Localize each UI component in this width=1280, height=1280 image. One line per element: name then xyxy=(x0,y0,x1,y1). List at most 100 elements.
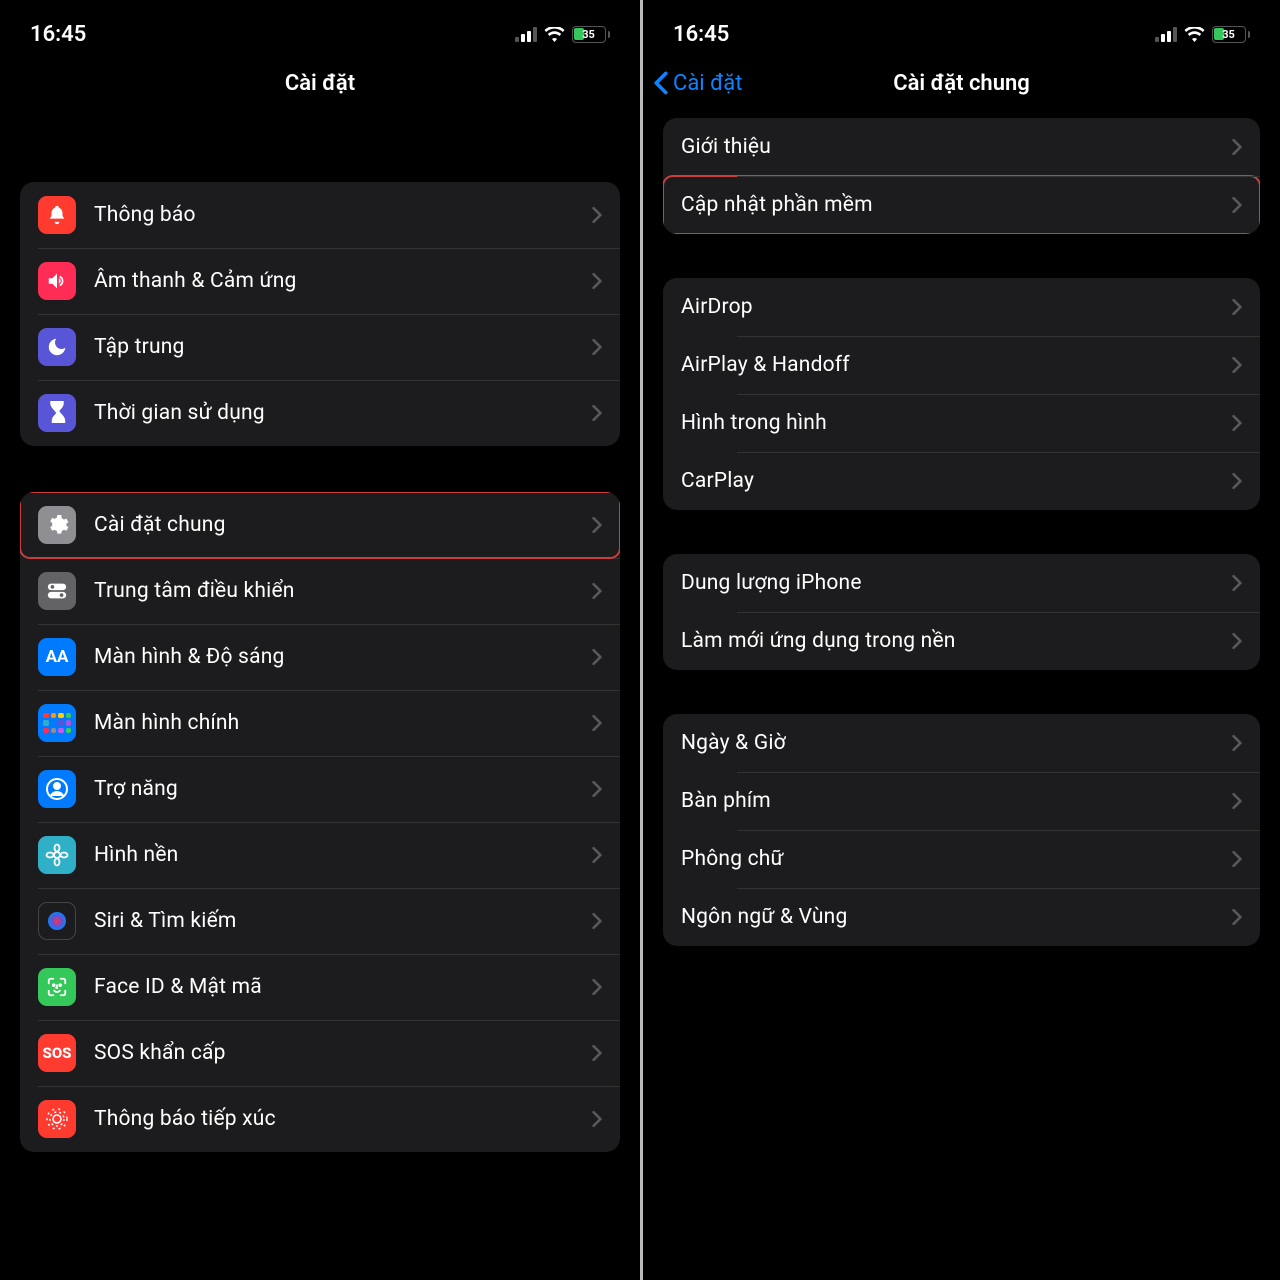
chevron-right-icon xyxy=(1232,139,1242,155)
hourglass-icon xyxy=(38,394,76,432)
settings-group-1: Thông báo Âm thanh & Cảm ứng Tập trung Thời… xyxy=(20,182,620,446)
status-indicators: 35 xyxy=(1155,26,1251,43)
row-label: SOS khẩn cấp xyxy=(94,1041,592,1065)
wifi-icon xyxy=(544,27,565,42)
row-focus[interactable]: Tập trung xyxy=(20,314,620,380)
row-sos[interactable]: SOS SOS khẩn cấp xyxy=(20,1020,620,1086)
row-display[interactable]: AA Màn hình & Độ sáng xyxy=(20,624,620,690)
row-label: Cập nhật phần mềm xyxy=(681,193,1232,217)
general-group-1: Giới thiệu Cập nhật phần mềm xyxy=(663,118,1260,234)
row-label: Siri & Tìm kiếm xyxy=(94,909,592,933)
row-keyboard[interactable]: Bàn phím xyxy=(663,772,1260,830)
back-button[interactable]: Cài đặt xyxy=(653,71,742,96)
speaker-icon xyxy=(38,262,76,300)
row-accessibility[interactable]: Trợ năng xyxy=(20,756,620,822)
status-time: 16:45 xyxy=(30,22,86,47)
chevron-right-icon xyxy=(592,273,602,289)
row-label: Thông báo xyxy=(94,203,592,227)
row-label: Ngày & Giờ xyxy=(681,731,1232,755)
chevron-right-icon xyxy=(1232,633,1242,649)
row-carplay[interactable]: CarPlay xyxy=(663,452,1260,510)
nav-bar: Cài đặt Cài đặt chung xyxy=(643,54,1280,112)
chevron-right-icon xyxy=(1232,735,1242,751)
phone-left: 16:45 35 Cài đặt Thông báo Âm thanh & Cảm… xyxy=(0,0,640,1280)
row-home-screen[interactable]: Màn hình chính xyxy=(20,690,620,756)
chevron-right-icon xyxy=(1232,909,1242,925)
bell-icon xyxy=(38,196,76,234)
row-airplay[interactable]: AirPlay & Handoff xyxy=(663,336,1260,394)
row-label: CarPlay xyxy=(681,469,1232,493)
row-label: Phông chữ xyxy=(681,847,1232,871)
row-label: Tập trung xyxy=(94,335,592,359)
row-exposure[interactable]: Thông báo tiếp xúc xyxy=(20,1086,620,1152)
row-label: Làm mới ứng dụng trong nền xyxy=(681,629,1232,653)
phone-right: 16:45 35 Cài đặt Cài đặt chung Giới thiệ… xyxy=(640,0,1280,1280)
row-notifications[interactable]: Thông báo xyxy=(20,182,620,248)
status-indicators: 35 xyxy=(515,26,611,43)
chevron-right-icon xyxy=(592,781,602,797)
row-software-update[interactable]: Cập nhật phần mềm xyxy=(663,176,1260,234)
row-label: Màn hình chính xyxy=(94,711,592,735)
row-fonts[interactable]: Phông chữ xyxy=(663,830,1260,888)
row-label: Thời gian sử dụng xyxy=(94,401,592,425)
battery-indicator: 35 xyxy=(1212,26,1251,43)
row-label: Face ID & Mật mã xyxy=(94,975,592,999)
chevron-right-icon xyxy=(592,1111,602,1127)
row-label: Màn hình & Độ sáng xyxy=(94,645,592,669)
row-language[interactable]: Ngôn ngữ & Vùng xyxy=(663,888,1260,946)
siri-icon xyxy=(38,902,76,940)
row-wallpaper[interactable]: Hình nền xyxy=(20,822,620,888)
row-pip[interactable]: Hình trong hình xyxy=(663,394,1260,452)
chevron-right-icon xyxy=(1232,415,1242,431)
chevron-right-icon xyxy=(1232,575,1242,591)
row-sounds[interactable]: Âm thanh & Cảm ứng xyxy=(20,248,620,314)
cellular-signal-icon xyxy=(515,27,537,42)
aa-icon: AA xyxy=(38,638,76,676)
general-group-3: Dung lượng iPhone Làm mới ứng dụng trong … xyxy=(663,554,1260,670)
settings-group-2: Cài đặt chung Trung tâm điều khiển AA Màn h… xyxy=(20,492,620,1152)
row-storage[interactable]: Dung lượng iPhone xyxy=(663,554,1260,612)
chevron-right-icon xyxy=(592,649,602,665)
row-screen-time[interactable]: Thời gian sử dụng xyxy=(20,380,620,446)
page-title: Cài đặt chung xyxy=(893,71,1030,96)
status-time: 16:45 xyxy=(673,22,729,47)
row-siri[interactable]: Siri & Tìm kiếm xyxy=(20,888,620,954)
person-icon xyxy=(38,770,76,808)
row-airdrop[interactable]: AirDrop xyxy=(663,278,1260,336)
chevron-right-icon xyxy=(592,847,602,863)
nav-bar: Cài đặt xyxy=(0,54,640,112)
general-content: Giới thiệu Cập nhật phần mềm AirDropAirPl… xyxy=(643,112,1280,946)
chevron-right-icon xyxy=(592,1045,602,1061)
chevron-right-icon xyxy=(592,339,602,355)
row-label: Giới thiệu xyxy=(681,135,1232,159)
status-bar: 16:45 35 xyxy=(643,0,1280,54)
chevron-right-icon xyxy=(1232,299,1242,315)
row-label: Cài đặt chung xyxy=(94,513,592,537)
face-icon xyxy=(38,968,76,1006)
battery-indicator: 35 xyxy=(572,26,611,43)
chevron-right-icon xyxy=(592,207,602,223)
row-about[interactable]: Giới thiệu xyxy=(663,118,1260,176)
row-general[interactable]: Cài đặt chung xyxy=(20,492,620,558)
row-label: Hình nền xyxy=(94,843,592,867)
general-group-4: Ngày & Giờ Bàn phím Phông chữ Ngôn ngữ & Vù… xyxy=(663,714,1260,946)
row-label: Bàn phím xyxy=(681,789,1232,813)
row-label: Hình trong hình xyxy=(681,411,1232,435)
page-title: Cài đặt xyxy=(285,71,355,96)
row-date-time[interactable]: Ngày & Giờ xyxy=(663,714,1260,772)
chevron-right-icon xyxy=(592,913,602,929)
wifi-icon xyxy=(1184,27,1205,42)
cellular-signal-icon xyxy=(1155,27,1177,42)
chevron-right-icon xyxy=(592,517,602,533)
row-bg-refresh[interactable]: Làm mới ứng dụng trong nền xyxy=(663,612,1260,670)
row-faceid[interactable]: Face ID & Mật mã xyxy=(20,954,620,1020)
row-control-center[interactable]: Trung tâm điều khiển xyxy=(20,558,620,624)
sos-icon: SOS xyxy=(38,1034,76,1072)
back-label: Cài đặt xyxy=(673,71,742,96)
row-label: Âm thanh & Cảm ứng xyxy=(94,269,592,293)
gear-icon xyxy=(38,506,76,544)
chevron-right-icon xyxy=(592,583,602,599)
chevron-right-icon xyxy=(1232,793,1242,809)
home-icon xyxy=(38,704,76,742)
chevron-right-icon xyxy=(1232,851,1242,867)
